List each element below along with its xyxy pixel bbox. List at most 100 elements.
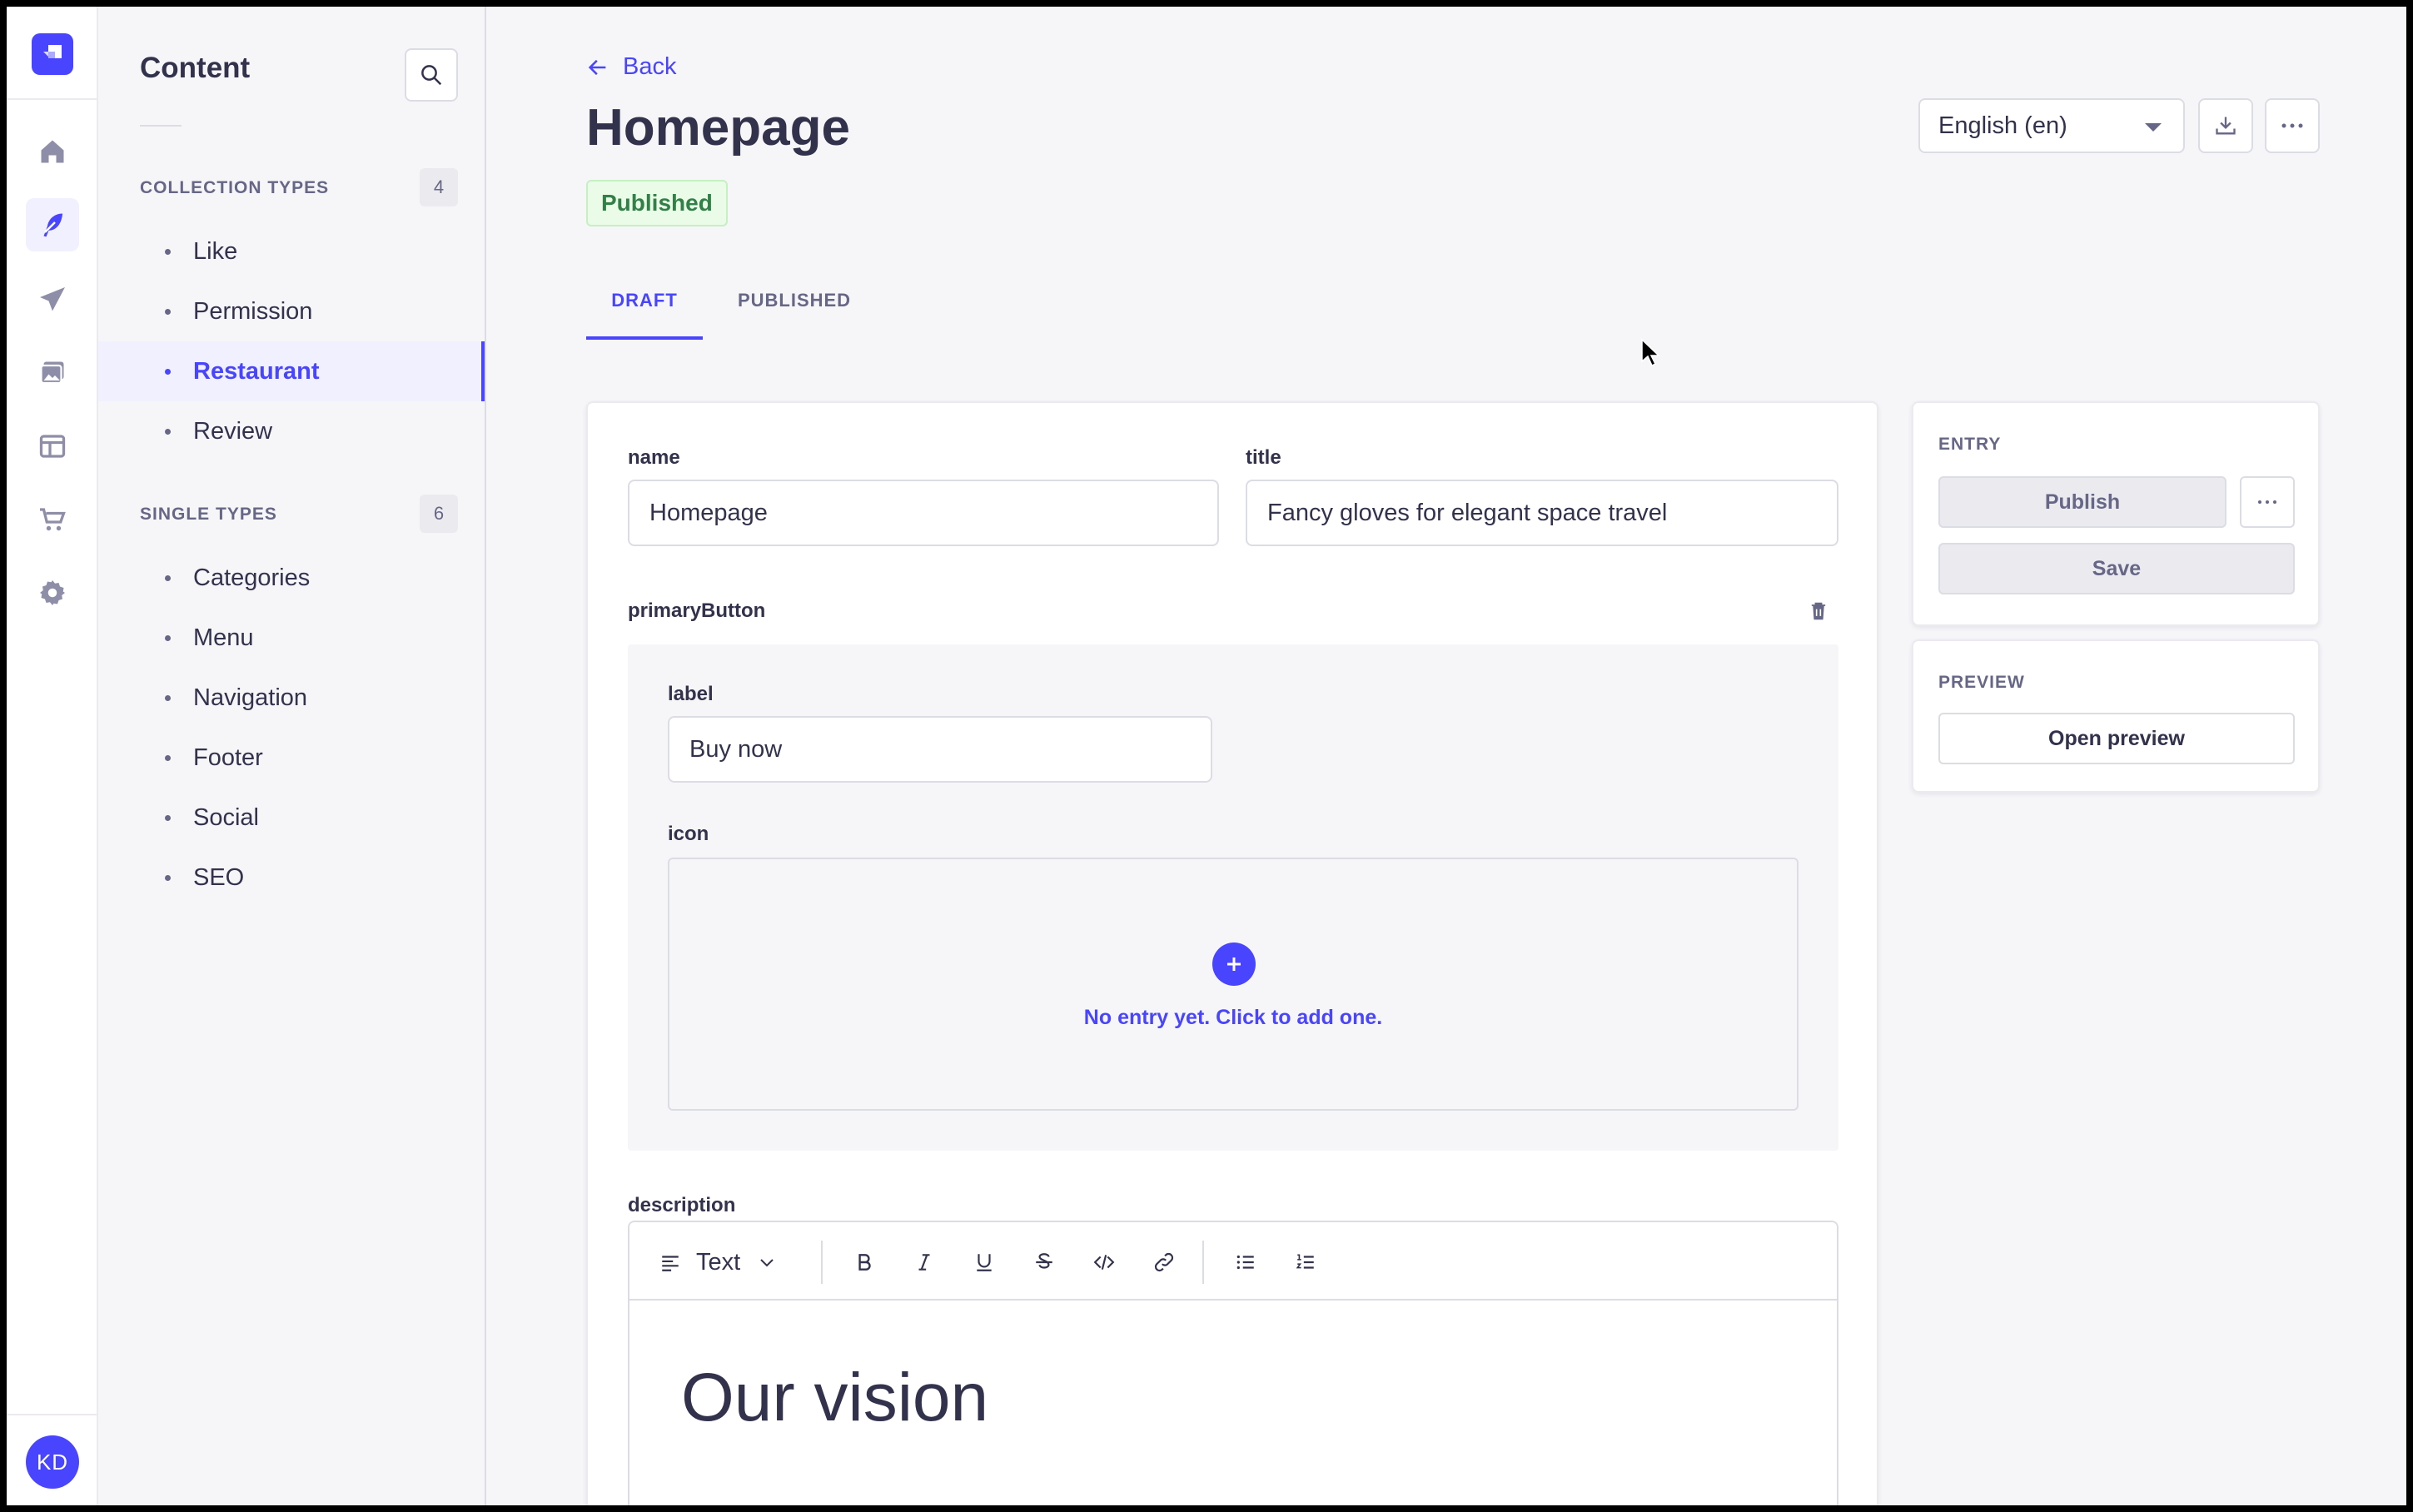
sidebar-divider [140,125,182,127]
bulleted-list-button[interactable] [1229,1246,1262,1279]
sidebar-item-restaurant[interactable]: Restaurant [98,341,485,401]
editor-toolbar: Text [629,1222,1837,1301]
icon-empty-dropzone[interactable]: No entry yet. Click to add one. [668,858,1799,1111]
search-icon [421,65,442,86]
mouse-cursor-icon [1641,338,1660,367]
code-button[interactable] [1087,1246,1121,1279]
delete-component-button[interactable] [1807,599,1830,627]
sidebar-item-permission[interactable]: Permission [98,281,485,341]
sidebar-item-label: Social [193,803,259,831]
trash-icon [1811,602,1826,620]
sidebar-item-label: Permission [193,297,313,325]
nav-content-manager-button[interactable] [26,198,79,251]
media-library-icon [40,361,64,385]
sidebar-item-social[interactable]: Social [98,788,485,848]
bold-button[interactable] [848,1246,881,1279]
single-types-heading: SINGLE TYPES [140,505,277,524]
user-avatar[interactable]: KD [26,1435,79,1489]
nav-releases-button[interactable] [26,273,79,326]
download-button[interactable] [2198,98,2253,153]
open-preview-button[interactable]: Open preview [1938,713,2295,764]
tab-label: DRAFT [611,290,678,311]
primary-button-component-label: primaryButton [628,599,766,622]
block-type-value: Text [696,1248,741,1276]
cart-icon [40,508,66,531]
collection-types-count-badge: 4 [420,168,458,206]
publish-button[interactable]: Publish [1938,476,2226,528]
sidebar-item-label: Navigation [193,684,308,711]
nav-content-type-builder-button[interactable] [26,420,79,473]
sidebar-item-footer[interactable]: Footer [98,728,485,788]
app-logo[interactable] [32,33,73,75]
tab-label: PUBLISHED [737,290,852,311]
entry-panel: ENTRY Publish Save [1912,401,2320,626]
more-actions-button[interactable] [2265,98,2320,153]
sidebar-item-label: Like [193,237,238,265]
download-icon [2216,117,2236,135]
sidebar-item-navigation[interactable]: Navigation [98,668,485,728]
nav-media-library-button[interactable] [26,346,79,400]
numbered-list-button[interactable] [1289,1246,1322,1279]
toolbar-separator [1202,1241,1204,1284]
entry-panel-title: ENTRY [1938,435,2002,454]
add-entry-button[interactable] [1212,943,1256,986]
rich-text-editor: Text Our vision [628,1221,1838,1505]
strikethrough-button[interactable] [1027,1246,1061,1279]
back-link[interactable]: Back [586,53,676,81]
page-title: Homepage [586,99,850,157]
bullet-icon [165,635,171,641]
bullet-icon [165,575,171,581]
sidebar-item-label: Categories [193,564,311,591]
nav-home-button[interactable] [26,125,79,178]
feather-icon [43,213,62,237]
main-content: Back Homepage Published English (en) DRA… [486,7,2406,1505]
back-label: Back [623,53,677,80]
entry-more-button[interactable] [2240,476,2295,528]
button-label-input[interactable]: Buy now [668,716,1212,783]
app-window: KD Content COLLECTION TYPES 4 Like Permi… [7,7,2406,1505]
primary-button-component: label Buy now icon No entry yet. Click t… [628,644,1838,1151]
rail-divider [7,98,98,100]
preview-panel: PREVIEW Open preview [1912,639,2320,793]
sidebar-item-label: Review [193,417,273,445]
house-icon [41,140,64,163]
plus-icon [1227,957,1241,971]
underline-button[interactable] [968,1246,1001,1279]
sidebar-item-menu[interactable]: Menu [98,608,485,668]
main-nav-rail: KD [7,7,98,1505]
name-field-label: name [628,446,680,469]
name-input[interactable]: Homepage [628,480,1219,546]
bullet-icon [165,369,171,375]
sidebar-item-like[interactable]: Like [98,221,485,281]
bullet-icon [165,249,171,255]
block-type-select[interactable]: Text [659,1246,777,1279]
collection-types-heading: COLLECTION TYPES [140,178,330,197]
label-field-label: label [668,683,714,705]
sidebar-item-categories[interactable]: Categories [98,548,485,608]
sidebar-item-review[interactable]: Review [98,401,485,461]
empty-dropzone-text: No entry yet. Click to add one. [1083,1006,1383,1029]
save-button[interactable]: Save [1938,543,2295,594]
arrow-left-icon [588,59,606,75]
sidebar-item-seo[interactable]: SEO [98,848,485,908]
nav-marketplace-button[interactable] [26,493,79,546]
tab-published[interactable]: PUBLISHED [719,273,869,340]
preview-panel-title: PREVIEW [1938,673,2025,692]
locale-select[interactable]: English (en) [1918,98,2185,153]
paragraph-align-icon [662,1256,679,1271]
editor-heading-block[interactable]: Our vision [681,1359,988,1437]
icon-field-label: icon [668,823,709,845]
italic-icon [918,1254,930,1271]
strikethrough-icon [1036,1253,1052,1269]
italic-button[interactable] [908,1246,941,1279]
link-button[interactable] [1147,1246,1181,1279]
bullet-icon [165,755,171,761]
toolbar-separator [821,1241,823,1284]
paper-plane-icon [40,287,65,311]
sidebar-search-button[interactable] [405,48,458,102]
tab-draft[interactable]: DRAFT [586,273,703,340]
nav-settings-button[interactable] [26,566,79,619]
underline-icon [977,1254,992,1271]
title-input[interactable]: Fancy gloves for elegant space travel [1246,480,1838,546]
code-icon [1093,1255,1115,1270]
